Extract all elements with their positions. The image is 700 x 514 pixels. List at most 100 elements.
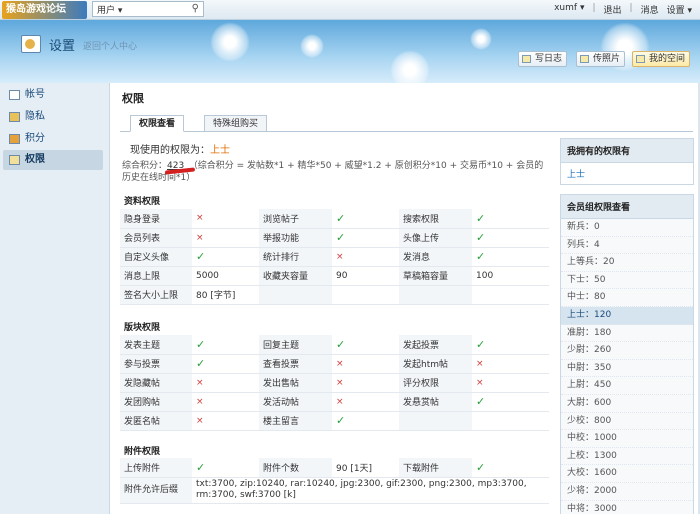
- member-groups-box: 会员组权限查看 新兵：0 列兵：4 上等兵：20 下士：50 中士：80 上士：120 准尉…: [560, 194, 694, 514]
- section-title: 权限: [122, 92, 144, 105]
- sidebar-item-credits[interactable]: 积分: [3, 129, 103, 149]
- check-icon: ✓: [476, 250, 486, 263]
- permission-label: [259, 285, 332, 305]
- permission-value: ×: [332, 247, 399, 267]
- current-level: 现使用的权限为：上士: [130, 145, 230, 156]
- table-row: 发团购帖 × 发活动帖 × 发悬赏帖 ✓: [120, 392, 549, 412]
- page-header: 设置 返回个人中心 写日志 传照片 我的空间: [0, 20, 700, 83]
- site-logo[interactable]: 猴岛游戏论坛: [2, 1, 87, 19]
- permission-value: ✓: [472, 458, 549, 478]
- logout-link[interactable]: 退出: [604, 3, 622, 16]
- my-permission-value[interactable]: 上士: [561, 163, 693, 184]
- settings-link[interactable]: 设置 ▾: [667, 3, 692, 16]
- permission-label: 参与投票: [120, 354, 192, 374]
- top-bar: 猴岛游戏论坛 用户 ▾ ⚲ xumf ▾ | 退出 | 消息 设置 ▾: [0, 0, 700, 20]
- permission-value: ✓: [332, 209, 399, 229]
- member-group-item[interactable]: 少校：800: [561, 413, 693, 431]
- permission-label: 隐身登录: [120, 209, 192, 229]
- search-box[interactable]: 用户 ▾ ⚲: [92, 1, 204, 17]
- sidebar-item-permissions[interactable]: 权限: [3, 150, 103, 170]
- check-icon: ✓: [336, 414, 346, 427]
- permission-label: 会员列表: [120, 228, 192, 248]
- permission-value: ✓: [472, 247, 549, 267]
- cross-icon: ×: [196, 213, 204, 224]
- member-group-item[interactable]: 大尉：600: [561, 395, 693, 413]
- table-row: 发表主题 ✓ 回复主题 ✓ 发起投票 ✓: [120, 335, 549, 355]
- permission-label: [399, 411, 472, 431]
- permission-value: ×: [192, 373, 259, 393]
- username-link[interactable]: xumf ▾: [554, 3, 584, 16]
- check-icon: ✓: [196, 460, 206, 474]
- member-group-item[interactable]: 少尉：260: [561, 342, 693, 360]
- member-group-item[interactable]: 中校：1000: [561, 430, 693, 448]
- dandelion-decoration: [300, 34, 324, 58]
- tab-special-group-purchase[interactable]: 特殊组购买: [204, 115, 268, 132]
- permission-value: ✓: [472, 335, 549, 355]
- permission-value: ×: [192, 411, 259, 431]
- member-group-item[interactable]: 新兵：0: [561, 219, 693, 237]
- member-group-item[interactable]: 中将：3000: [561, 501, 693, 514]
- member-group-item[interactable]: 中尉：350: [561, 360, 693, 378]
- permission-label: 上传附件: [120, 458, 192, 478]
- section-forum-permissions: 版块权限: [124, 323, 161, 333]
- permission-value: ×: [332, 392, 399, 412]
- table-row: 消息上限 5000 收藏夹容量 90 草稿箱容量 100: [120, 266, 549, 286]
- write-blog-button[interactable]: 写日志: [518, 51, 568, 67]
- permission-value: ✓: [472, 209, 549, 229]
- messages-link[interactable]: 消息: [641, 3, 659, 16]
- check-icon: ✓: [476, 337, 486, 351]
- current-level-value: 上士: [210, 145, 230, 156]
- sidebar-item-privacy[interactable]: 隐私: [3, 107, 103, 127]
- check-icon: ✓: [196, 357, 206, 370]
- back-to-profile-link[interactable]: 返回个人中心: [83, 39, 137, 52]
- sidebar-item-account[interactable]: 帐号: [3, 85, 103, 105]
- permission-value: ✓: [332, 228, 399, 248]
- dandelion-decoration: [470, 28, 492, 50]
- permission-label: 发活动帖: [259, 392, 332, 412]
- member-group-item[interactable]: 下士：50: [561, 272, 693, 290]
- member-group-item[interactable]: 上士：120: [561, 306, 693, 325]
- cross-icon: ×: [336, 396, 344, 407]
- permission-value: ✓: [332, 335, 399, 355]
- check-icon: ✓: [336, 337, 346, 351]
- member-group-item[interactable]: 中士：80: [561, 289, 693, 307]
- permission-value: [332, 285, 399, 305]
- permission-label: 附件允许后缀: [120, 477, 192, 504]
- permission-label: 消息上限: [120, 266, 192, 286]
- permission-value: [472, 411, 549, 431]
- cross-icon: ×: [196, 396, 204, 407]
- check-icon: ✓: [196, 250, 206, 263]
- allowed-extensions: txt:3700, zip:10240, rar:10240, jpg:2300…: [192, 477, 549, 504]
- member-group-item[interactable]: 列兵：4: [561, 237, 693, 255]
- check-icon: ✓: [336, 231, 346, 244]
- table-row: 自定义头像 ✓ 统计排行 × 发消息 ✓: [120, 247, 549, 267]
- permission-value: ×: [192, 392, 259, 412]
- permission-label: 楼主留言: [259, 411, 332, 431]
- my-permission-box: 我拥有的权限有 上士: [560, 138, 694, 185]
- member-group-item[interactable]: 上等兵：20: [561, 254, 693, 272]
- right-panel: 我拥有的权限有 上士 会员组权限查看 新兵：0 列兵：4 上等兵：20 下士：50 中士…: [560, 138, 694, 514]
- content-area: 权限 权限查看 特殊组购买 现使用的权限为：上士 综合积分：423 （综合积分 …: [110, 83, 700, 514]
- member-group-item[interactable]: 上校：1300: [561, 448, 693, 466]
- check-icon: ✓: [196, 337, 206, 351]
- permission-value: ×: [192, 209, 259, 229]
- tab-view-permissions[interactable]: 权限查看: [130, 115, 185, 132]
- member-group-item[interactable]: 准尉：180: [561, 325, 693, 343]
- search-icon[interactable]: ⚲: [192, 3, 199, 14]
- search-type-select[interactable]: 用户 ▾: [97, 3, 122, 16]
- check-icon: ✓: [476, 395, 486, 408]
- coins-icon: [9, 134, 20, 144]
- member-group-item[interactable]: 上尉：450: [561, 377, 693, 395]
- profile-permissions-table: 隐身登录 × 浏览帖子 ✓ 搜索权限 ✓ 会员列表 × 举报功能 ✓ 头像上传 ✓ 自定义头像 ✓ 统计排行…: [120, 209, 549, 305]
- permission-label: 回复主题: [259, 335, 332, 355]
- member-group-item[interactable]: 少将：2000: [561, 483, 693, 501]
- table-row: 附件允许后缀 txt:3700, zip:10240, rar:10240, jp…: [120, 477, 549, 504]
- member-group-item[interactable]: 大校：1600: [561, 465, 693, 483]
- permission-value: 100: [472, 266, 549, 286]
- dandelion-decoration: [390, 50, 430, 83]
- permission-label: 评分权限: [399, 373, 472, 393]
- separator: |: [629, 3, 633, 13]
- my-space-button[interactable]: 我的空间: [632, 51, 691, 67]
- upload-photo-button[interactable]: 传照片: [576, 51, 626, 67]
- separator: |: [592, 3, 596, 13]
